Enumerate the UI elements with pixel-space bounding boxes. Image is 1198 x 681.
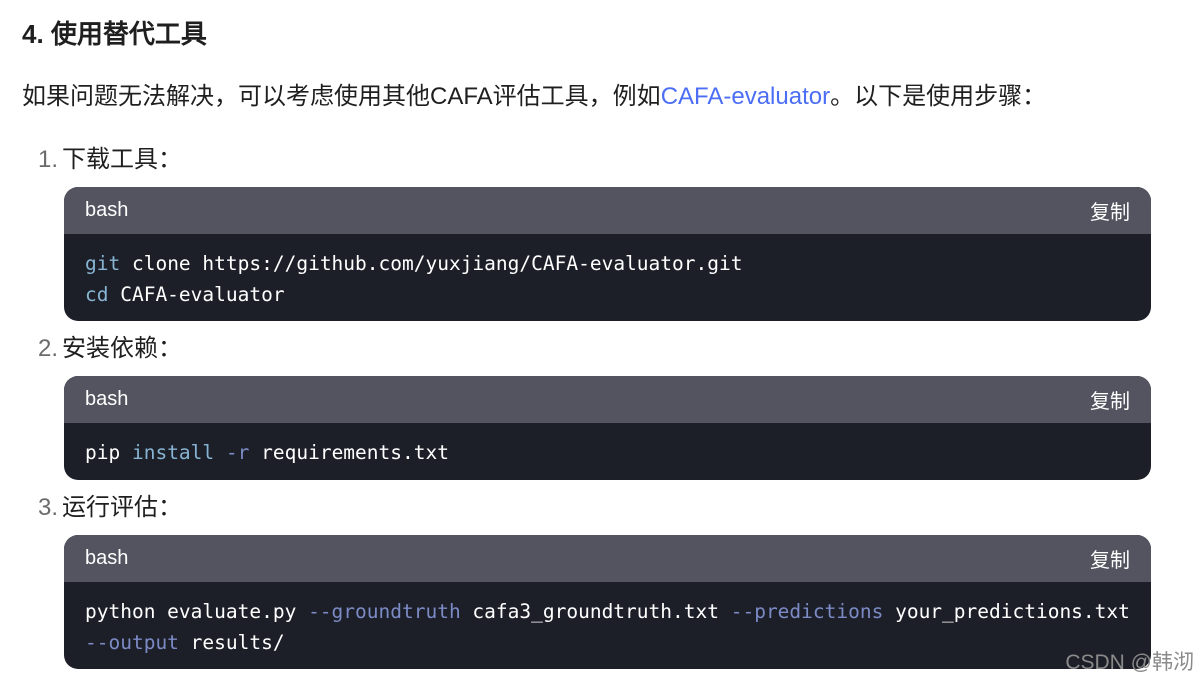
copy-button[interactable]: 复制 (1090, 544, 1130, 573)
code-token-plain: clone https://github.com/yuxjiang/CAFA-e… (120, 252, 743, 275)
code-token-cmd: install (131, 441, 215, 464)
code-token-plain: CAFA-evaluator (108, 283, 285, 306)
code-language-label: bash (85, 388, 129, 410)
step-2-label: 2. 安装依赖： (38, 331, 182, 367)
code-header: bash 复制 (64, 376, 1151, 423)
step-text: 下载工具： (62, 146, 183, 173)
code-line: python evaluate.py --groundtruth cafa3_g… (85, 596, 1130, 658)
code-header: bash 复制 (64, 187, 1151, 234)
step-3-label: 3. 运行评估： (38, 490, 182, 526)
code-token-plain: cafa3_groundtruth.txt (460, 600, 731, 623)
code-body: python evaluate.py --groundtruth cafa3_g… (64, 582, 1151, 669)
step-1-label: 1. 下载工具： (38, 142, 182, 178)
code-token-flag: --predictions (730, 600, 884, 623)
code-body: git clone https://github.com/yuxjiang/CA… (64, 234, 1151, 321)
csdn-watermark: CSDN @韩沏 (1065, 651, 1194, 674)
code-token-plain: pip (85, 441, 132, 464)
code-token-plain: your_predictions.txt (883, 600, 1142, 623)
code-block-1: bash 复制 git clone https://github.com/yux… (64, 187, 1151, 321)
code-token-flag: --output (85, 631, 179, 654)
copy-button[interactable]: 复制 (1090, 196, 1130, 225)
intro-paragraph: 如果问题无法解决，可以考虑使用其他CAFA评估工具，例如CAFA-evaluat… (22, 78, 1046, 116)
code-body: pip install -r requirements.txt (64, 423, 1151, 480)
code-token-cmd: cd (85, 283, 109, 306)
cafa-evaluator-link[interactable]: CAFA-evaluator (661, 83, 830, 110)
code-block-2: bash 复制 pip install -r requirements.txt (64, 376, 1151, 480)
code-token-flag: -r (225, 441, 250, 464)
step-number: 3. (38, 494, 59, 521)
code-language-label: bash (85, 547, 129, 569)
code-block-3: bash 复制 python evaluate.py --groundtruth… (64, 535, 1151, 669)
intro-text-before: 如果问题无法解决，可以考虑使用其他CAFA评估工具，例如 (22, 83, 661, 110)
code-token-plain: requirements.txt (249, 441, 449, 464)
intro-text-after: 。以下是使用步骤： (830, 83, 1047, 110)
code-token-flag: --groundtruth (308, 600, 461, 623)
code-header: bash 复制 (64, 535, 1151, 582)
step-number: 1. (38, 146, 59, 173)
copy-button[interactable]: 复制 (1090, 385, 1130, 414)
code-token-plain: results/ (178, 631, 285, 654)
step-text: 安装依赖： (62, 335, 183, 362)
step-text: 运行评估： (62, 494, 183, 521)
step-number: 2. (38, 335, 59, 362)
section-heading: 4. 使用替代工具 (22, 19, 207, 49)
code-language-label: bash (85, 199, 129, 221)
code-line: cd CAFA-evaluator (85, 279, 1130, 310)
code-line: git clone https://github.com/yuxjiang/CA… (85, 248, 1130, 279)
code-token-cmd: git (85, 252, 121, 275)
code-line: pip install -r requirements.txt (85, 437, 1130, 468)
code-token-plain: python evaluate.py (85, 600, 309, 623)
